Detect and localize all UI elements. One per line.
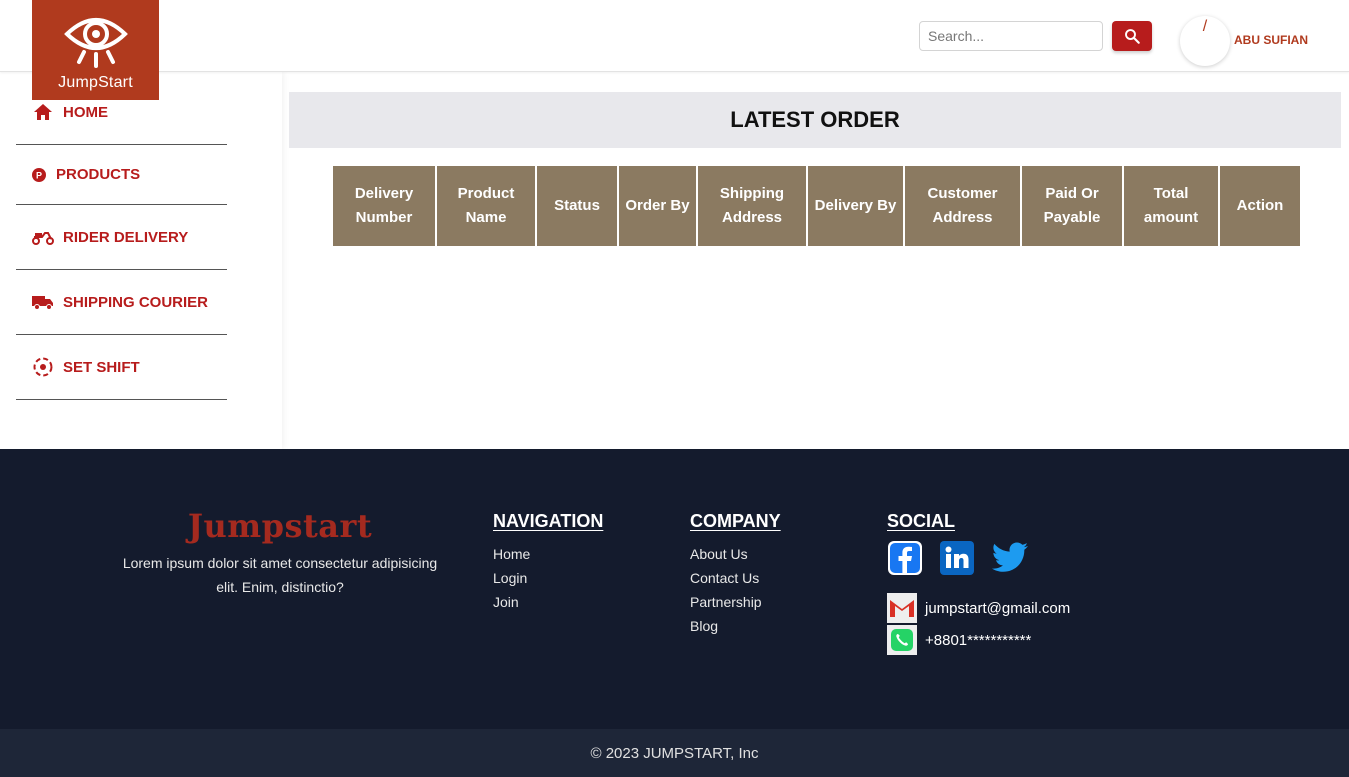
sidebar-item-set-shift[interactable]: SET SHIFT [16, 335, 227, 400]
main-title-bar: LATEST ORDER [289, 92, 1341, 148]
avatar-glyph: / [1202, 18, 1208, 35]
footer-social-title: SOCIAL [887, 511, 956, 531]
linkedin-icon[interactable] [939, 540, 975, 581]
copyright-bar: © 2023 JUMPSTART, Inc [0, 729, 1349, 777]
footer-link-contact[interactable]: Contact Us [690, 566, 781, 590]
column-header[interactable]: Product Name [437, 166, 535, 246]
table-header-row: Delivery Number Product Name Status Orde… [333, 166, 1300, 246]
sidebar-item-label: SET SHIFT [63, 358, 140, 376]
footer-link-about[interactable]: About Us [690, 542, 781, 566]
logo-text: JumpStart [58, 74, 133, 91]
sidebar-item-label: PRODUCTS [56, 166, 141, 183]
svg-text:P: P [36, 170, 42, 180]
footer-description: Lorem ipsum dolor sit amet consectetur a… [122, 555, 438, 595]
search-icon [1125, 29, 1140, 44]
gmail-icon [887, 593, 917, 623]
footer-link-home[interactable]: Home [493, 542, 603, 566]
column-header[interactable]: Status [537, 166, 617, 246]
copyright-text: © 2023 JUMPSTART, Inc [590, 744, 759, 762]
footer-navigation: NAVIGATION Home Login Join [493, 511, 603, 614]
sidebar-item-rider-delivery[interactable]: RIDER DELIVERY [16, 205, 227, 270]
column-header[interactable]: Customer Address [905, 166, 1020, 246]
sidebar: HOME P PRODUCTS RIDER DELIVERY SHIPPING … [0, 72, 282, 449]
column-header[interactable]: Delivery Number [333, 166, 435, 246]
column-header[interactable]: Delivery By [808, 166, 903, 246]
search-input[interactable] [919, 21, 1103, 51]
footer-link-login[interactable]: Login [493, 566, 603, 590]
sidebar-item-shipping-courier[interactable]: SHIPPING COURIER [16, 270, 227, 335]
top-header: / ABU SUFIAN [0, 0, 1349, 72]
footer-link-join[interactable]: Join [493, 590, 603, 614]
footer-company-title: COMPANY [690, 511, 781, 531]
column-header[interactable]: Shipping Address [698, 166, 806, 246]
footer-link-blog[interactable]: Blog [690, 614, 781, 638]
email-text[interactable]: jumpstart@gmail.com [925, 600, 1070, 617]
truck-icon [32, 294, 54, 310]
sidebar-item-label: RIDER DELIVERY [63, 228, 189, 246]
sidebar-item-label: HOME [63, 103, 108, 121]
column-header[interactable]: Action [1220, 166, 1300, 246]
footer: Jumpstart Lorem ipsum dolor sit amet con… [0, 449, 1349, 729]
sidebar-item-home[interactable]: HOME [16, 94, 227, 145]
footer-brand-name: Jumpstart [187, 507, 373, 545]
footer-brand: Jumpstart Lorem ipsum dolor sit amet con… [110, 507, 450, 599]
facebook-icon[interactable] [887, 540, 923, 581]
column-header[interactable]: Paid Or Payable [1022, 166, 1122, 246]
orders-table: Delivery Number Product Name Status Orde… [331, 166, 1302, 246]
footer-link-partnership[interactable]: Partnership [690, 590, 781, 614]
search-button[interactable] [1112, 21, 1152, 51]
brand-logo[interactable]: JumpStart [32, 0, 159, 100]
phone-text[interactable]: +8801*********** [925, 632, 1031, 649]
footer-company: COMPANY About Us Contact Us Partnership … [690, 511, 781, 638]
social-icons [887, 540, 1070, 581]
sidebar-item-label: SHIPPING COURIER [63, 293, 209, 311]
page-title: LATEST ORDER [730, 107, 900, 132]
avatar[interactable]: / [1180, 16, 1230, 66]
products-icon: P [32, 167, 46, 182]
home-icon [32, 103, 54, 121]
twitter-icon[interactable] [991, 542, 1029, 579]
shift-icon [32, 357, 54, 377]
footer-navigation-title: NAVIGATION [493, 511, 604, 531]
footer-social: SOCIAL jumpstart@gmail.com +8801********… [887, 511, 1070, 655]
phone-row[interactable]: +8801*********** [887, 625, 1070, 655]
column-header[interactable]: Total amount [1124, 166, 1218, 246]
email-row[interactable]: jumpstart@gmail.com [887, 593, 1070, 623]
phone-icon [887, 625, 917, 655]
eye-logo-icon [63, 18, 128, 68]
column-header[interactable]: Order By [619, 166, 696, 246]
sidebar-item-products[interactable]: P PRODUCTS [16, 145, 227, 205]
user-name[interactable]: ABU SUFIAN [1234, 33, 1308, 47]
scooter-icon [32, 229, 54, 245]
